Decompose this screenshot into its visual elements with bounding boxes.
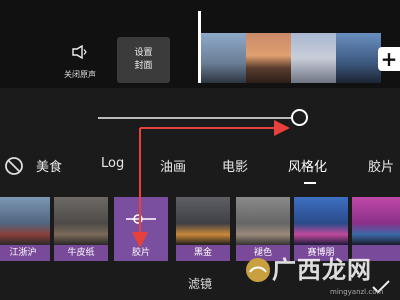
- watermark-logo-icon: [246, 258, 270, 282]
- watermark-url: mingyanzl.com: [330, 288, 384, 296]
- watermark-text: 广西龙网: [272, 256, 372, 284]
